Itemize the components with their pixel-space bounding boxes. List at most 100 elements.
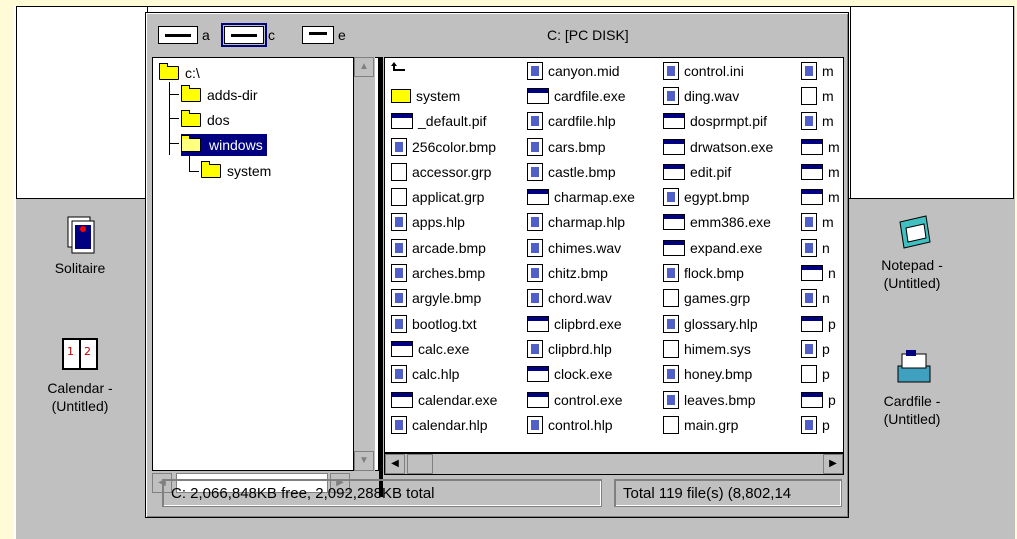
directory-tree[interactable]: c:\ adds-dir dos windows system [152, 57, 379, 471]
file-name: p [822, 416, 830, 433]
desktop-icon-solitaire[interactable]: Solitaire [40, 215, 120, 277]
file-item[interactable]: p [801, 311, 840, 336]
file-item[interactable]: leaves.bmp [663, 387, 773, 412]
file-item[interactable]: m [801, 184, 840, 209]
file-item[interactable]: accessor.grp [391, 159, 497, 184]
file-item[interactable]: control.exe [527, 387, 635, 412]
document-file-icon [663, 365, 679, 384]
scroll-left-arrow-icon[interactable]: ◀ [385, 454, 405, 474]
file-item[interactable]: cardfile.exe [527, 83, 635, 108]
file-item[interactable]: chitz.bmp [527, 260, 635, 285]
desktop-icon-cardfile[interactable]: Cardfile - (Untitled) [862, 348, 962, 428]
file-item[interactable]: expand.exe [663, 235, 773, 260]
file-item[interactable]: p [801, 412, 840, 437]
file-item[interactable]: clipbrd.exe [527, 311, 635, 336]
file-list[interactable]: system _default.pif 256color.bmp accessor.g… [384, 57, 844, 453]
program-file-icon [663, 113, 685, 130]
file-item[interactable]: applicat.grp [391, 184, 497, 209]
document-file-icon [801, 213, 817, 232]
file-item[interactable]: egypt.bmp [663, 184, 773, 209]
calendar-icon: 12 [60, 335, 100, 375]
file-item[interactable]: n [801, 286, 840, 311]
file-item[interactable]: control.hlp [527, 412, 635, 437]
file-item[interactable]: emm386.exe [663, 210, 773, 235]
file-item[interactable]: p [801, 387, 840, 412]
file-item[interactable]: m [801, 83, 840, 108]
tree-item-windows[interactable]: windows [181, 134, 267, 156]
file-item[interactable]: p [801, 362, 840, 387]
file-item[interactable]: clock.exe [527, 362, 635, 387]
file-name: n [828, 265, 836, 282]
file-item[interactable]: m [801, 58, 840, 83]
file-name: m [822, 62, 834, 79]
file-item[interactable]: calendar.hlp [391, 412, 497, 437]
file-item[interactable]: castle.bmp [527, 159, 635, 184]
file-item[interactable]: bootlog.txt [391, 311, 497, 336]
file-item[interactable]: m [801, 210, 840, 235]
file-item[interactable]: n [801, 235, 840, 260]
file-item[interactable]: main.grp [663, 412, 773, 437]
file-item[interactable]: edit.pif [663, 159, 773, 184]
file-item[interactable]: apps.hlp [391, 210, 497, 235]
file-name: calc.hlp [412, 366, 460, 383]
file-item[interactable]: drwatson.exe [663, 134, 773, 159]
file-item[interactable]: honey.bmp [663, 362, 773, 387]
file-item[interactable]: system [391, 83, 497, 108]
drive-e-button[interactable]: e [302, 23, 346, 47]
file-item[interactable]: m [801, 159, 840, 184]
drive-a-button[interactable]: a [158, 23, 210, 47]
file-item[interactable]: argyle.bmp [391, 286, 497, 311]
drive-c-button[interactable]: c [221, 23, 275, 47]
file-item[interactable]: calendar.exe [391, 387, 497, 412]
file-name: charmap.hlp [548, 214, 626, 231]
file-item[interactable]: dosprmpt.pif [663, 109, 773, 134]
tree-item-adds-dir[interactable]: adds-dir [181, 84, 258, 106]
file-name: clock.exe [554, 366, 613, 383]
tree-item-system[interactable]: system [201, 160, 271, 182]
file-item[interactable]: arcade.bmp [391, 235, 497, 260]
file-item[interactable]: m [801, 109, 840, 134]
desktop-icon-calendar[interactable]: 12 Calendar - (Untitled) [30, 335, 130, 415]
file-name: m [822, 214, 834, 231]
file-item[interactable]: canyon.mid [527, 58, 635, 83]
file-name: calendar.exe [418, 391, 498, 408]
file-name: m [828, 163, 840, 180]
scroll-thumb[interactable] [407, 454, 433, 474]
file-item[interactable]: calc.hlp [391, 362, 497, 387]
scroll-down-arrow-icon[interactable]: ▼ [354, 451, 374, 471]
file-item[interactable]: n [801, 260, 840, 285]
file-item[interactable]: charmap.hlp [527, 210, 635, 235]
file-item[interactable]: games.grp [663, 286, 773, 311]
file-item[interactable]: p [801, 336, 840, 361]
file-item[interactable]: _default.pif [391, 109, 497, 134]
scroll-right-arrow-icon[interactable]: ▶ [823, 454, 843, 474]
file-item[interactable]: control.ini [663, 58, 773, 83]
file-item[interactable]: clipbrd.hlp [527, 336, 635, 361]
tree-item-root[interactable]: c:\ [159, 62, 200, 84]
file-item[interactable]: glossary.hlp [663, 311, 773, 336]
program-file-icon [663, 214, 685, 231]
file-item[interactable]: 256color.bmp [391, 134, 497, 159]
file-item[interactable]: chord.wav [527, 286, 635, 311]
file-item[interactable]: arches.bmp [391, 260, 497, 285]
file-item[interactable]: cars.bmp [527, 134, 635, 159]
parent-dir-arrow-icon [391, 61, 409, 80]
document-file-icon [391, 213, 407, 232]
file-item[interactable]: m [801, 134, 840, 159]
pane-splitter[interactable] [379, 57, 383, 497]
file-item[interactable]: charmap.exe [527, 184, 635, 209]
desktop-icon-notepad[interactable]: Notepad - (Untitled) [862, 212, 962, 292]
files-horizontal-scrollbar[interactable]: ◀ ▶ [384, 453, 844, 475]
file-item[interactable]: calc.exe [391, 336, 497, 361]
tree-item-dos[interactable]: dos [181, 109, 230, 131]
file-item[interactable]: flock.bmp [663, 260, 773, 285]
file-name: p [822, 366, 830, 383]
file-item[interactable]: himem.sys [663, 336, 773, 361]
generic-file-icon [663, 339, 679, 358]
tree-vertical-scrollbar[interactable]: ▲ ▼ [353, 57, 375, 471]
file-item[interactable]: chimes.wav [527, 235, 635, 260]
file-item[interactable]: cardfile.hlp [527, 109, 635, 134]
scroll-up-arrow-icon[interactable]: ▲ [354, 57, 374, 77]
file-item[interactable]: ding.wav [663, 83, 773, 108]
file-item[interactable] [391, 58, 497, 83]
